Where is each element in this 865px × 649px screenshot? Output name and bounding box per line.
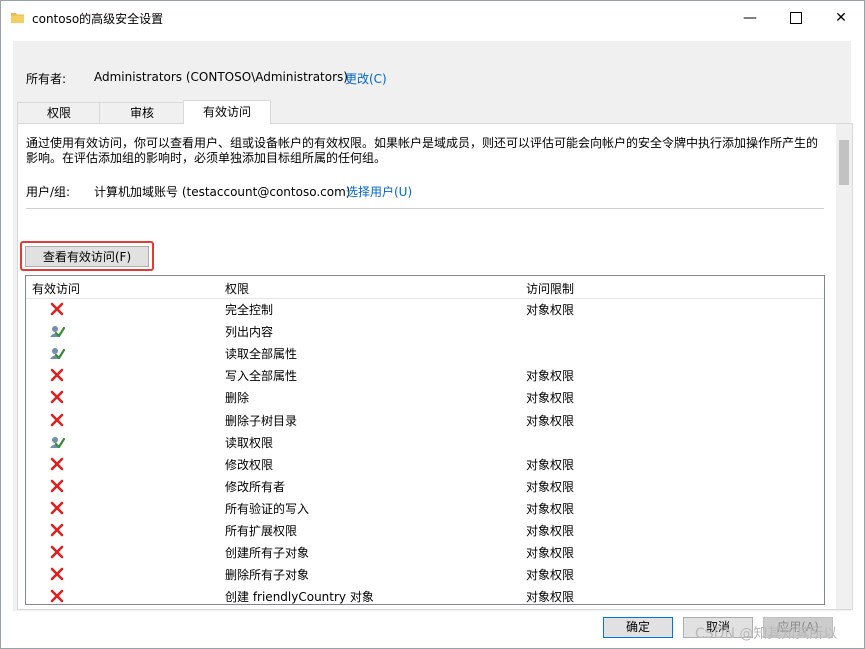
access-limit-cell: 对象权限 [526,479,575,494]
table-row[interactable]: 读取全部属性 [26,342,824,364]
column-header-permission[interactable]: 权限 [225,280,249,297]
dialog-content: 所有者: Administrators (CONTOSO\Administrat… [13,41,853,611]
ok-button[interactable]: 确定 [603,617,673,638]
red-x-icon [49,478,65,494]
access-limit-cell: 对象权限 [526,524,575,538]
access-limit-cell: 对象权限 [526,546,575,561]
window-title: contoso的高级安全设置 [32,12,164,26]
table-row[interactable]: 创建所有子对象 对象权限 [26,541,824,563]
table-row[interactable]: 列出内容 [26,320,824,342]
folder-icon [11,13,24,23]
tab-permissions[interactable]: 权限 [17,102,101,123]
permission-cell: 列出内容 [225,325,274,340]
red-x-icon [49,301,65,317]
tab-auditing[interactable]: 审核 [99,102,185,123]
column-header-limit[interactable]: 访问限制 [526,280,574,297]
access-limit-cell: 对象权限 [526,568,575,583]
view-effective-access-button[interactable]: 查看有效访问(F) [25,246,149,267]
table-row[interactable]: 写入全部属性 对象权限 [26,364,824,386]
red-x-icon [49,522,65,538]
close-button[interactable]: ✕ [818,1,864,35]
table-row[interactable]: 修改权限 对象权限 [26,453,824,475]
permission-cell: 删除所有子对象 [225,568,310,583]
red-x-icon [49,389,65,405]
red-x-icon [49,588,65,604]
description-text: 通过使用有效访问，你可以查看用户、组或设备帐户的有效权限。如果帐户是域成员，则还… [26,136,819,165]
minimize-button[interactable]: — [727,1,773,35]
select-user-link[interactable]: 选择用户(U) [346,183,412,200]
table-row[interactable]: 所有验证的写入 对象权限 [26,497,824,519]
scrollbar-thumb[interactable] [839,140,849,185]
red-x-icon [49,456,65,472]
effective-access-table: 有效访问 权限 访问限制 完全控制 对象权限 列出内容 读取全部属性 写入全部属性 对象权… [25,275,825,605]
permission-cell: 删除 [225,391,250,406]
permission-cell: 所有验证的写入 [225,501,310,516]
permission-cell: 修改权限 [225,457,274,472]
user-check-icon [49,434,66,450]
permission-cell: 创建 friendlyCountry 对象 [225,590,374,605]
red-x-icon [49,544,65,560]
change-owner-link[interactable]: 更改(C) [345,70,387,87]
permission-cell: 修改所有者 [225,479,286,494]
close-icon: ✕ [835,10,847,26]
user-group-label: 用户/组: [26,185,71,199]
permission-cell: 读取全部属性 [225,347,298,362]
access-limit-cell: 对象权限 [526,369,575,384]
title-bar: contoso的高级安全设置 — ✕ [1,1,864,35]
column-header-access[interactable]: 有效访问 [32,280,80,297]
permission-cell: 删除子树目录 [225,413,298,428]
maximize-icon [790,12,802,24]
tab-effective-access[interactable]: 有效访问 [183,100,271,124]
effective-access-panel: 通过使用有效访问，你可以查看用户、组或设备帐户的有效权限。如果帐户是域成员，则还… [17,123,853,610]
permission-cell: 读取权限 [225,435,274,450]
table-row[interactable]: 读取权限 [26,431,824,453]
access-limit-cell: 对象权限 [526,590,575,605]
minimize-icon: — [743,10,757,26]
permission-cell: 完全控制 [225,303,274,317]
user-check-icon [49,345,66,361]
user-check-icon [49,323,66,339]
permission-cell: 所有扩展权限 [225,524,298,538]
advanced-security-window: contoso的高级安全设置 — ✕ 所有者: Administrators (… [0,0,865,649]
owner-value: Administrators (CONTOSO\Administrators) [94,70,348,84]
divider [26,208,824,209]
watermark: CSDN @知其知其所以 [695,626,838,642]
access-limit-cell: 对象权限 [526,457,575,472]
owner-label: 所有者: [26,72,67,86]
permission-cell: 创建所有子对象 [225,546,310,561]
table-row[interactable]: 修改所有者 对象权限 [26,475,824,497]
access-limit-cell: 对象权限 [526,391,575,406]
access-limit-cell: 对象权限 [526,501,575,516]
vertical-scrollbar[interactable] [836,124,852,609]
table-row[interactable]: 删除所有子对象 对象权限 [26,563,824,585]
table-row[interactable]: 完全控制 对象权限 [26,298,824,320]
permission-cell: 写入全部属性 [225,369,298,384]
red-x-icon [49,500,65,516]
user-group-value: 计算机加域账号 (testaccount@contoso.com) [94,185,351,199]
table-row[interactable]: 删除 对象权限 [26,386,824,408]
table-row[interactable]: 删除子树目录 对象权限 [26,409,824,431]
access-limit-cell: 对象权限 [526,413,575,428]
red-x-icon [49,412,65,428]
maximize-button[interactable] [773,1,819,35]
red-x-icon [49,566,65,582]
red-x-icon [49,367,65,383]
table-row[interactable]: 创建 friendlyCountry 对象 对象权限 [26,585,824,605]
table-header: 有效访问 权限 访问限制 [26,276,824,299]
table-row[interactable]: 所有扩展权限 对象权限 [26,519,824,541]
access-limit-cell: 对象权限 [526,303,575,317]
